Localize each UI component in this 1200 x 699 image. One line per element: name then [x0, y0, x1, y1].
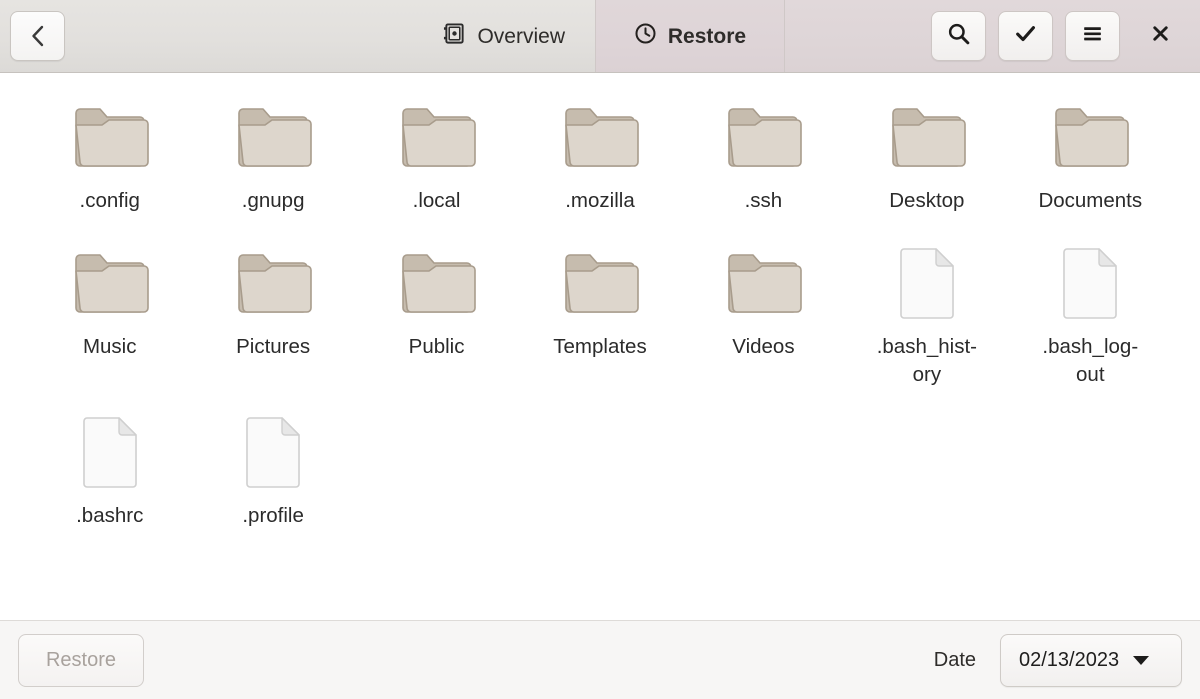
file-item-label: .local: [412, 189, 461, 212]
file-browser-content: .config .gnupg .local .mozilla .ssh Desk…: [0, 73, 1200, 620]
folder-icon: [886, 101, 968, 179]
file-item-label: .ssh: [744, 189, 783, 212]
file-item[interactable]: .bashrc: [28, 410, 191, 540]
back-button[interactable]: [10, 11, 65, 61]
file-item-label: .bash_log-out: [1042, 335, 1139, 387]
file-item[interactable]: .gnupg: [191, 95, 354, 225]
file-item[interactable]: Public: [355, 241, 518, 394]
file-item[interactable]: Templates: [518, 241, 681, 394]
header-action-buttons: [785, 0, 1200, 72]
header-left-group: [0, 0, 65, 72]
restore-button[interactable]: Restore: [18, 633, 144, 687]
file-item[interactable]: Pictures: [191, 241, 354, 394]
header-bar: Overview Restore: [0, 0, 1200, 73]
file-item[interactable]: .config: [28, 95, 191, 225]
close-button[interactable]: [1136, 11, 1184, 61]
file-item[interactable]: Documents: [1009, 95, 1172, 225]
folder-icon: [232, 101, 314, 179]
file-icon: [1049, 247, 1131, 325]
folder-icon: [69, 247, 151, 325]
close-icon: [1149, 22, 1172, 50]
file-item-label: Videos: [732, 335, 795, 358]
safe-vault-icon: [443, 22, 466, 51]
deja-dup-restore-window: Overview Restore .config .gnupg .local .…: [0, 0, 1200, 699]
search-icon: [946, 21, 971, 51]
folder-icon: [559, 247, 641, 325]
file-item-label: Documents: [1038, 189, 1143, 212]
file-item[interactable]: .ssh: [682, 95, 845, 225]
clock-icon: [634, 22, 657, 51]
file-item[interactable]: .mozilla: [518, 95, 681, 225]
search-button[interactable]: [931, 11, 986, 61]
file-icon: [69, 416, 151, 494]
date-value: 02/13/2023: [1019, 648, 1120, 671]
tab-restore-label: Restore: [667, 24, 747, 48]
folder-icon: [396, 247, 478, 325]
file-item[interactable]: .bash_hist-ory: [845, 241, 1008, 394]
file-item-label: Pictures: [236, 335, 311, 358]
file-item-label: Music: [82, 335, 137, 358]
file-grid: .config .gnupg .local .mozilla .ssh Desk…: [28, 95, 1172, 540]
header-tabs: Overview Restore: [65, 0, 785, 72]
file-item-label: Templates: [553, 335, 647, 358]
chevron-left-icon: [27, 23, 49, 49]
hamburger-menu-icon: [1080, 21, 1105, 51]
file-item[interactable]: .profile: [191, 410, 354, 540]
file-item[interactable]: .local: [355, 95, 518, 225]
check-icon: [1013, 21, 1038, 51]
file-icon: [886, 247, 968, 325]
file-item-label: .mozilla: [565, 189, 635, 212]
file-item[interactable]: Desktop: [845, 95, 1008, 225]
folder-icon: [69, 101, 151, 179]
tab-overview[interactable]: Overview: [65, 0, 595, 72]
action-bar: Restore Date 02/13/2023: [0, 620, 1200, 699]
folder-icon: [559, 101, 641, 179]
tab-restore[interactable]: Restore: [595, 0, 785, 72]
file-item[interactable]: Music: [28, 241, 191, 394]
folder-icon: [232, 247, 314, 325]
file-icon: [232, 416, 314, 494]
menu-button[interactable]: [1065, 11, 1120, 61]
file-item[interactable]: .bash_log-out: [1009, 241, 1172, 394]
caret-down-icon: [1133, 655, 1150, 665]
folder-icon: [1049, 101, 1131, 179]
folder-icon: [396, 101, 478, 179]
file-item-label: .config: [79, 189, 140, 212]
file-item-label: .bashrc: [76, 503, 144, 527]
folder-icon: [722, 101, 804, 179]
select-button[interactable]: [998, 11, 1053, 61]
file-item-label: .bash_hist-ory: [876, 335, 977, 387]
tab-overview-label: Overview: [477, 24, 565, 48]
folder-icon: [722, 247, 804, 325]
file-item-label: .gnupg: [241, 189, 305, 212]
file-item-label: Public: [408, 335, 465, 358]
file-item-label: Desktop: [889, 189, 965, 212]
date-label: Date: [933, 648, 976, 671]
date-dropdown[interactable]: 02/13/2023: [1000, 633, 1182, 687]
file-item[interactable]: Videos: [682, 241, 845, 394]
file-item-label: .profile: [242, 503, 304, 527]
